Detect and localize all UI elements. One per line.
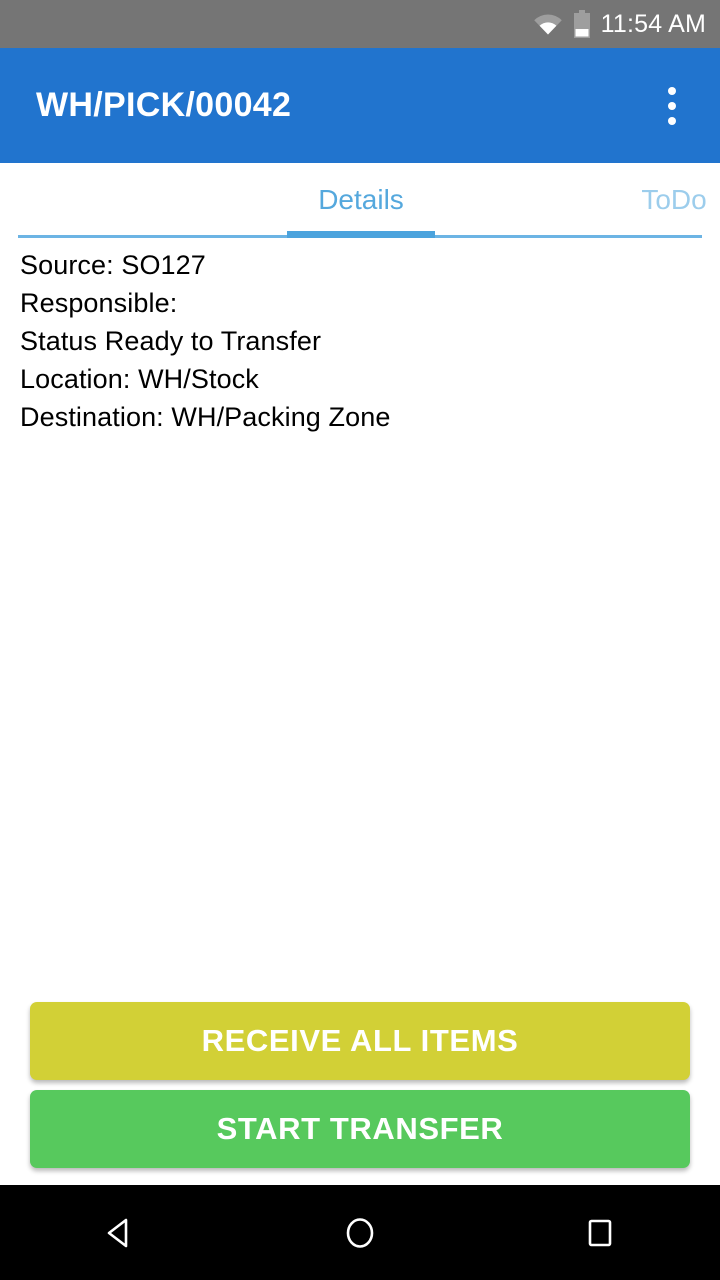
tab-strip: Details ToDo (0, 163, 720, 241)
tab-details-label: Details (318, 184, 404, 215)
app-bar: WH/PICK/00042 (0, 48, 720, 163)
start-transfer-button[interactable]: START TRANSFER (30, 1090, 690, 1168)
detail-responsible: Responsible: (20, 288, 178, 318)
receive-all-items-button[interactable]: RECEIVE ALL ITEMS (30, 1002, 690, 1080)
detail-destination: Destination: WH/Packing Zone (20, 402, 391, 432)
tab-todo[interactable]: ToDo (600, 163, 720, 237)
tab-active-indicator (287, 231, 435, 238)
back-triangle-icon[interactable] (60, 1185, 180, 1280)
detail-status: Status Ready to Transfer (20, 326, 322, 356)
details-panel: Source: SO127 Responsible: Status Ready … (20, 246, 680, 436)
overflow-dot (668, 101, 676, 110)
home-circle-icon[interactable] (300, 1185, 420, 1280)
tab-details[interactable]: Details (287, 163, 435, 237)
status-bar-time: 11:54 AM (600, 10, 706, 38)
detail-source: Source: SO127 (20, 250, 206, 280)
overflow-dot (668, 86, 676, 95)
tab-todo-label: ToDo (641, 184, 707, 215)
overflow-dot (668, 116, 676, 125)
detail-location: Location: WH/Stock (20, 364, 259, 394)
action-button-group: RECEIVE ALL ITEMS START TRANSFER (30, 1002, 690, 1168)
android-nav-bar (0, 1185, 720, 1280)
more-vertical-icon[interactable] (650, 81, 694, 131)
page-title: WH/PICK/00042 (36, 86, 292, 124)
wifi-icon (533, 13, 563, 35)
tab-row: Details ToDo (0, 163, 720, 237)
status-bar: 11:54 AM (0, 0, 720, 48)
recents-square-icon[interactable] (540, 1185, 660, 1280)
battery-icon (573, 10, 591, 38)
app-screen: 11:54 AM WH/PICK/00042 Details ToDo Sour… (0, 0, 720, 1280)
